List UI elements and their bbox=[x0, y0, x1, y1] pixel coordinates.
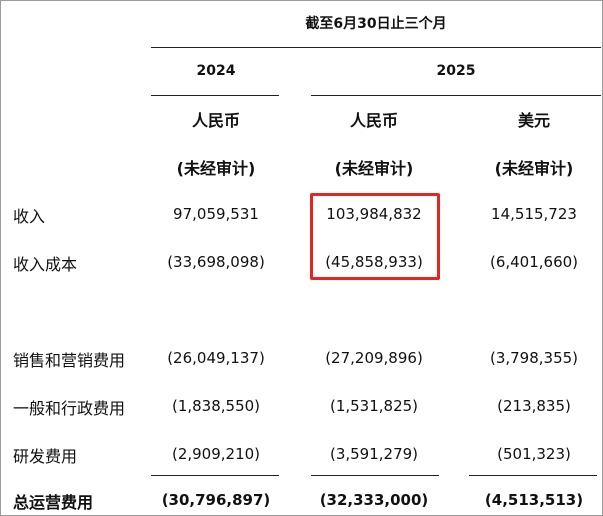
financial-statement-table: 截至6月30日止三个月 2024 2025 人民币 人民币 美元 (未经审计) … bbox=[0, 0, 603, 516]
period-rule bbox=[151, 47, 601, 48]
currency-header-2025-rmb: 人民币 bbox=[349, 111, 398, 130]
period-header: 截至6月30日止三个月 bbox=[305, 16, 447, 32]
cost-of-revenue-2024-rmb: (33,698,098) bbox=[167, 253, 265, 271]
currency-header-2024-rmb: 人民币 bbox=[191, 111, 240, 130]
year-2025-rule bbox=[311, 95, 601, 96]
row-label-revenue: 收入 bbox=[13, 207, 46, 226]
row-label-cost-of-revenue: 收入成本 bbox=[13, 255, 78, 274]
row-label-total-opex: 总运营费用 bbox=[13, 493, 94, 512]
general-admin-2025-rmb: (1,531,825) bbox=[329, 397, 419, 415]
currency-header-2025-usd: 美元 bbox=[517, 111, 550, 130]
revenue-2025-usd: 14,515,723 bbox=[491, 205, 577, 223]
total-opex-2024-rmb: (30,796,897) bbox=[161, 491, 271, 509]
row-label-general-admin: 一般和行政费用 bbox=[13, 399, 126, 418]
audit-note-2025-rmb: (未经审计) bbox=[334, 159, 414, 178]
year-2024-rule bbox=[151, 95, 279, 96]
revenue-2024-rmb: 97,059,531 bbox=[173, 205, 259, 223]
rnd-2025-rmb: (3,591,279) bbox=[329, 445, 419, 463]
rnd-2024-rmb: (2,909,210) bbox=[171, 445, 261, 463]
sales-marketing-2025-rmb: (27,209,896) bbox=[325, 349, 423, 367]
general-admin-2025-usd: (213,835) bbox=[497, 397, 571, 415]
year-2024-header: 2024 bbox=[196, 63, 236, 79]
row-label-sales-marketing: 销售和营销费用 bbox=[13, 351, 126, 370]
audit-note-2024-rmb: (未经审计) bbox=[176, 159, 256, 178]
year-2025-header: 2025 bbox=[436, 63, 476, 79]
cost-of-revenue-2025-usd: (6,401,660) bbox=[489, 253, 579, 271]
subtotal-rule-2024-rmb bbox=[151, 475, 279, 476]
highlight-box bbox=[310, 193, 440, 280]
sales-marketing-2024-rmb: (26,049,137) bbox=[167, 349, 265, 367]
row-label-rnd: 研发费用 bbox=[13, 447, 78, 466]
audit-note-2025-usd: (未经审计) bbox=[494, 159, 574, 178]
sales-marketing-2025-usd: (3,798,355) bbox=[489, 349, 579, 367]
subtotal-rule-2025-usd bbox=[469, 475, 597, 476]
rnd-2025-usd: (501,323) bbox=[497, 445, 571, 463]
total-opex-2025-rmb: (32,333,000) bbox=[319, 491, 429, 509]
general-admin-2024-rmb: (1,838,550) bbox=[171, 397, 261, 415]
subtotal-rule-2025-rmb bbox=[311, 475, 439, 476]
total-opex-2025-usd: (4,513,513) bbox=[484, 491, 584, 509]
